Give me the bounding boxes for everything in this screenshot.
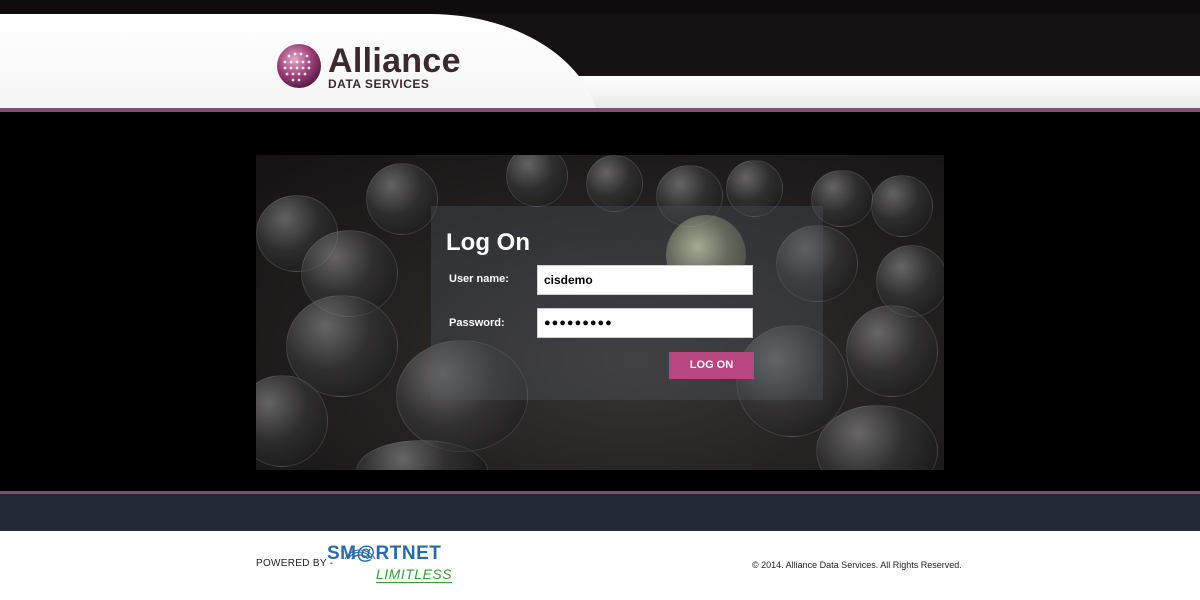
brand-subtitle: DATA SERVICES — [328, 77, 430, 91]
password-label: Password: — [449, 317, 505, 329]
lightbulb-image — [846, 305, 938, 397]
lightbulb-image — [366, 163, 438, 235]
powered-by-label: POWERED BY - — [256, 558, 334, 569]
brand-name: Alliance — [328, 42, 461, 80]
header-top-bar — [0, 0, 1200, 14]
header-divider — [0, 108, 1200, 112]
lightbulb-image — [871, 175, 933, 237]
password-input[interactable]: ●●●●●●●●● — [537, 308, 753, 338]
log-on-button[interactable]: LOG ON — [669, 352, 754, 379]
lightbulb-image — [586, 155, 643, 212]
footer-band — [0, 494, 1200, 531]
limitless-logo-text: LIMITLESS — [376, 566, 453, 583]
username-input[interactable]: cisdemo — [537, 265, 753, 295]
alliance-globe-logo-icon — [277, 44, 321, 88]
lightbulb-image — [506, 155, 568, 207]
footer: POWERED BY - SM@RTNET LIMITLESS © 2014. … — [0, 531, 1200, 600]
username-label: User name: — [449, 273, 509, 285]
login-title: Log On — [446, 229, 530, 256]
copyright-text: © 2014. Alliance Data Services. All Righ… — [752, 560, 962, 570]
smartnet-logo-text: SM@RTNET — [327, 543, 442, 564]
header: Alliance DATA SERVICES — [0, 0, 1200, 112]
